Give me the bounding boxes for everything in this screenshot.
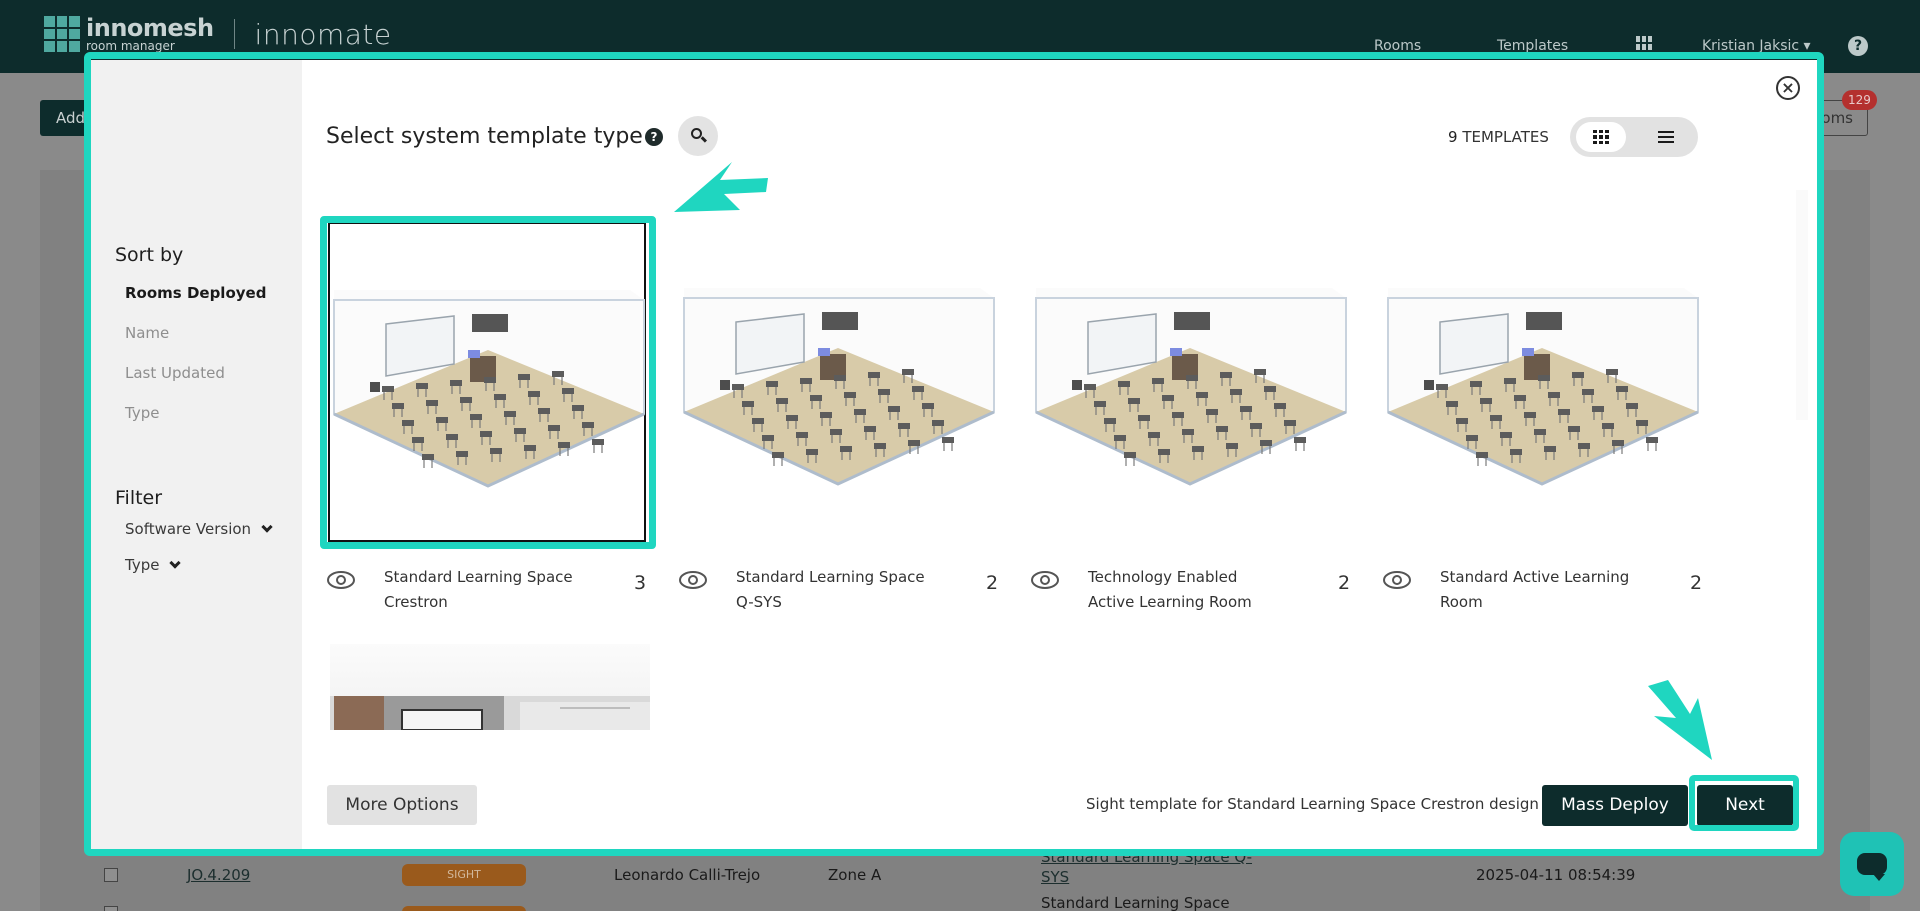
template-rooms-count: 2 bbox=[986, 572, 999, 594]
sort-type[interactable]: Type bbox=[125, 404, 159, 422]
logo-mark-icon bbox=[44, 16, 80, 52]
template-count-number: 9 bbox=[1448, 128, 1458, 146]
grid-view-button[interactable] bbox=[1576, 122, 1626, 152]
template-card-partial[interactable] bbox=[330, 644, 650, 730]
classroom-render-image bbox=[1387, 288, 1699, 486]
chat-button[interactable] bbox=[1840, 832, 1904, 896]
zone-cell: Zone A bbox=[828, 866, 882, 884]
filter-software-version[interactable]: Software Version bbox=[125, 520, 273, 538]
chat-icon bbox=[1857, 853, 1887, 881]
view-toggle bbox=[1570, 117, 1698, 157]
eye-icon[interactable] bbox=[326, 570, 356, 590]
chevron-down-icon bbox=[261, 520, 273, 533]
list-icon bbox=[1658, 131, 1674, 143]
apps-grid-icon[interactable] bbox=[1636, 36, 1652, 50]
table-row[interactable]: Standard Learning Space bbox=[80, 894, 1860, 911]
classroom-render-image bbox=[683, 288, 995, 486]
classroom-render-image bbox=[333, 290, 645, 488]
template-thumbnail bbox=[680, 222, 998, 542]
rooms-count-badge: 129 bbox=[1842, 90, 1877, 110]
template-rooms-count: 3 bbox=[634, 572, 647, 594]
logo-brand: innomesh bbox=[86, 14, 214, 42]
template-thumbnail bbox=[1384, 222, 1702, 542]
scroll-area bbox=[1796, 190, 1808, 420]
template-thumbnail bbox=[328, 222, 646, 542]
template-select-modal: Sort by Rooms Deployed Name Last Updated… bbox=[90, 60, 1818, 850]
sort-rooms-deployed[interactable]: Rooms Deployed bbox=[125, 284, 266, 302]
filter-software-version-label: Software Version bbox=[125, 520, 252, 538]
eye-icon[interactable] bbox=[678, 570, 708, 590]
mass-deploy-button[interactable]: Mass Deploy bbox=[1542, 785, 1688, 826]
owner-cell: Leonardo Calli-Trejo bbox=[614, 866, 761, 884]
template-rooms-count: 2 bbox=[1690, 572, 1703, 594]
close-icon[interactable]: × bbox=[1776, 76, 1800, 100]
nav-rooms[interactable]: Rooms bbox=[1374, 38, 1421, 54]
grid-icon bbox=[1593, 130, 1609, 144]
room-photo-image bbox=[330, 696, 650, 730]
filter-heading: Filter bbox=[115, 487, 163, 509]
template-count-label: TEMPLATES bbox=[1462, 128, 1549, 146]
sort-name[interactable]: Name bbox=[125, 324, 169, 342]
template-description: Sight template for Standard Learning Spa… bbox=[1086, 795, 1539, 813]
help-icon[interactable]: ? bbox=[645, 128, 663, 146]
template-count: 9 TEMPLATES bbox=[1448, 128, 1549, 146]
template-name: Standard Learning Space Q-SYS bbox=[736, 568, 925, 611]
row-checkbox[interactable] bbox=[104, 868, 118, 882]
type-badge bbox=[402, 906, 526, 911]
search-button[interactable] bbox=[678, 116, 718, 156]
sort-filter-sidebar: Sort by Rooms Deployed Name Last Updated… bbox=[90, 60, 302, 850]
app-name: innomate bbox=[254, 17, 392, 51]
room-link[interactable]: JO.4.209 bbox=[187, 866, 250, 884]
help-icon[interactable]: ? bbox=[1848, 36, 1868, 56]
template-name: Standard Active Learning Room bbox=[1440, 568, 1630, 611]
sort-by-heading: Sort by bbox=[115, 244, 184, 266]
nav-templates[interactable]: Templates bbox=[1497, 38, 1568, 54]
sort-last-updated[interactable]: Last Updated bbox=[125, 364, 225, 382]
innomesh-logo: innomesh room manager innomate bbox=[44, 16, 392, 52]
template-thumbnail bbox=[1032, 222, 1350, 542]
type-badge: SIGHT bbox=[402, 864, 526, 886]
table-row[interactable]: JO.4.209 SIGHT Leonardo Calli-Trejo Zone… bbox=[80, 848, 1860, 894]
template-name: Standard Learning Space Crestron bbox=[384, 568, 573, 611]
user-menu[interactable]: Kristian Jaksic ▾ bbox=[1702, 38, 1811, 54]
eye-icon[interactable] bbox=[1030, 570, 1060, 590]
template-link-cont[interactable]: SYS bbox=[1041, 868, 1069, 886]
more-options-button[interactable]: More Options bbox=[327, 785, 477, 825]
filter-type[interactable]: Type bbox=[125, 556, 182, 574]
eye-icon[interactable] bbox=[1382, 570, 1412, 590]
template-name: Technology Enabled Active Learning Room bbox=[1088, 568, 1252, 611]
modal-title: Select system template type bbox=[326, 124, 643, 149]
chevron-down-icon bbox=[169, 556, 182, 569]
filter-type-label: Type bbox=[125, 556, 160, 574]
list-view-button[interactable] bbox=[1646, 122, 1686, 152]
row-checkbox[interactable] bbox=[104, 906, 118, 911]
classroom-render-image bbox=[1035, 288, 1347, 486]
template-cell: Standard Learning Space bbox=[1041, 894, 1230, 911]
next-button[interactable]: Next bbox=[1697, 785, 1793, 826]
date-cell: 2025-04-11 08:54:39 bbox=[1476, 866, 1636, 884]
template-rooms-count: 2 bbox=[1338, 572, 1351, 594]
template-link[interactable]: Standard Learning Space Q- bbox=[1041, 848, 1252, 866]
